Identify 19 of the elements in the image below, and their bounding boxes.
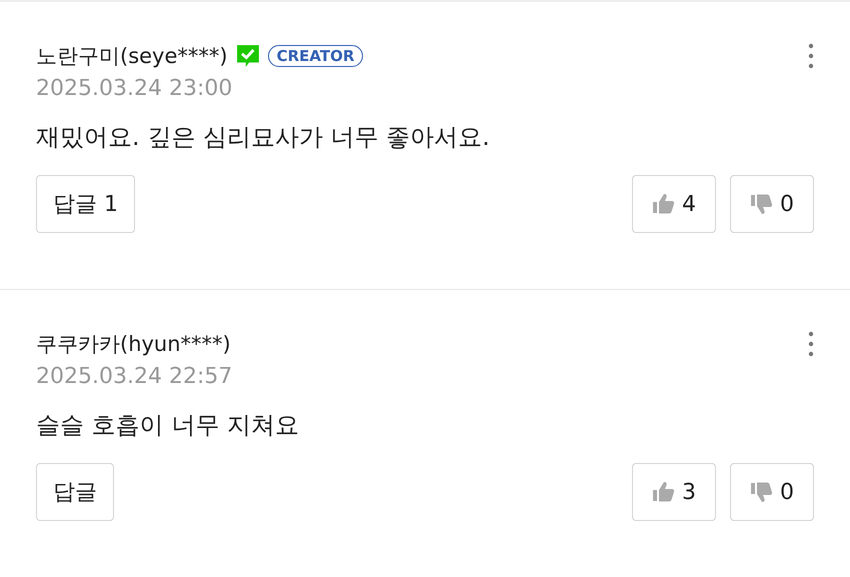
dislike-button[interactable]: 0 (730, 175, 814, 233)
comment-text: 슬슬 호흡이 너무 지쳐요 (36, 410, 300, 441)
comment-date: 2025.03.24 22:57 (36, 364, 234, 389)
author-name: 노란구미(seye****) (36, 43, 228, 70)
comment-date: 2025.03.24 23:00 (36, 76, 234, 101)
thumbs-down-icon (750, 480, 774, 504)
dislike-button[interactable]: 0 (730, 463, 814, 521)
comment-text: 재밌어요. 깊은 심리묘사가 너무 좋아서요. (36, 122, 491, 153)
thumbs-up-icon (652, 192, 676, 216)
thumbs-down-icon (750, 192, 774, 216)
more-options-icon[interactable] (808, 43, 814, 69)
author-name: 쿠쿠카카(hyun****) (36, 331, 231, 358)
reply-button[interactable]: 답글 (36, 463, 114, 521)
like-button[interactable]: 4 (632, 175, 716, 233)
reply-button[interactable]: 답글 1 (36, 175, 135, 233)
like-button[interactable]: 3 (632, 463, 716, 521)
more-options-icon[interactable] (808, 331, 814, 357)
creator-badge: CREATOR (268, 45, 364, 67)
thumbs-up-icon (652, 480, 676, 504)
